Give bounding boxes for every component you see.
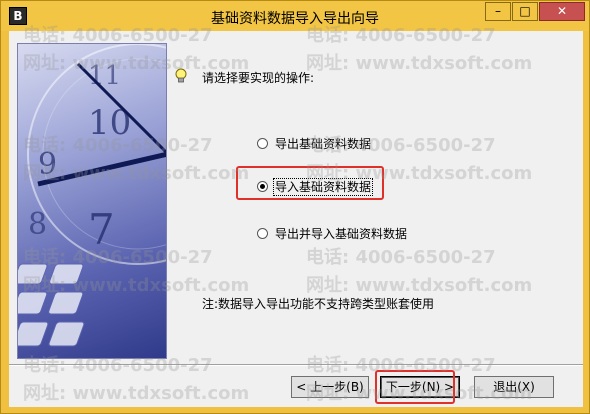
radio-button[interactable] [257, 138, 268, 149]
svg-text:8: 8 [28, 207, 47, 242]
watermark-site: 网址: www.tdxsoft.com [306, 163, 533, 184]
close-button[interactable]: ✕ [539, 2, 585, 21]
clock-keyboard-illustration: 10 9 7 8 11 [17, 43, 167, 359]
radio-export-and-import[interactable]: 导出并导入基础资料数据 [257, 225, 407, 243]
watermark-site: 网址: www.tdxsoft.com [306, 275, 533, 296]
watermark-phone: 电话: 4006-6500-27 [23, 25, 213, 46]
note-text: 注:数据导入导出功能不支持跨类型账套使用 [202, 297, 435, 311]
watermark-phone: 电话: 4006-6500-27 [306, 135, 496, 156]
watermark-site: 网址: www.tdxsoft.com [23, 163, 250, 184]
wizard-window: B 基础资料数据导入导出向导 – □ ✕ 10 9 7 8 11 请选择要实现的… [0, 0, 590, 414]
watermark-phone: 电话: 4006-6500-27 [306, 355, 496, 376]
radio-button[interactable] [257, 228, 268, 239]
watermark-site: 网址: www.tdxsoft.com [23, 383, 250, 404]
watermark-phone: 电话: 4006-6500-27 [23, 247, 213, 268]
watermark-phone: 电话: 4006-6500-27 [306, 25, 496, 46]
watermark-phone: 电话: 4006-6500-27 [23, 135, 213, 156]
watermark-site: 网址: www.tdxsoft.com [23, 275, 250, 296]
radio-button-selected[interactable] [257, 181, 268, 192]
watermark-site: 网址: www.tdxsoft.com [23, 53, 250, 74]
maximize-button[interactable]: □ [512, 2, 538, 21]
watermark-phone: 电话: 4006-6500-27 [23, 355, 213, 376]
radio-export-and-import-label: 导出并导入基础资料数据 [275, 227, 408, 241]
watermark-site: 网址: www.tdxsoft.com [306, 53, 533, 74]
minimize-button[interactable]: – [485, 2, 511, 21]
watermark-site: 网址: www.tdxsoft.com [306, 383, 533, 404]
watermark-phone: 电话: 4006-6500-27 [306, 247, 496, 268]
